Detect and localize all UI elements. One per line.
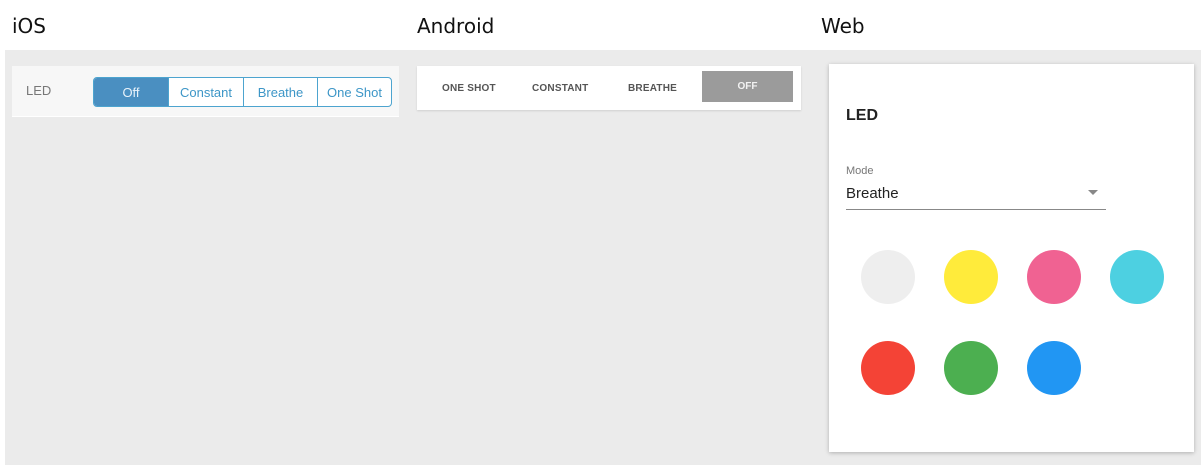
ios-segmented-control: Off Constant Breathe One Shot (93, 77, 392, 107)
ios-segment-one-shot[interactable]: One Shot (317, 78, 391, 106)
android-tab-constant[interactable]: CONSTANT (532, 66, 588, 110)
android-tab-one-shot[interactable]: ONE SHOT (442, 66, 496, 110)
ios-segment-off[interactable]: Off (94, 78, 168, 106)
android-heading: Android (417, 14, 495, 38)
android-panel (405, 50, 813, 465)
color-swatch-red[interactable] (861, 341, 915, 395)
ios-led-label: LED (26, 83, 52, 98)
color-swatch-pink[interactable] (1027, 250, 1081, 304)
web-led-card: LED Mode Breathe (829, 64, 1194, 452)
ios-led-row: LED Off Constant Breathe One Shot (12, 66, 399, 117)
android-tab-off[interactable]: OFF (702, 71, 793, 102)
caret-down-icon (1088, 190, 1098, 195)
color-swatch-blue[interactable] (1027, 341, 1081, 395)
color-swatch-green[interactable] (944, 341, 998, 395)
mode-select[interactable]: Breathe (846, 182, 1106, 210)
web-led-title: LED (846, 107, 878, 124)
color-swatch-yellow[interactable] (944, 250, 998, 304)
android-tab-breathe[interactable]: BREATHE (628, 66, 677, 110)
mode-label: Mode (846, 165, 874, 177)
color-swatch-cyan[interactable] (1110, 250, 1164, 304)
android-tab-bar: ONE SHOT CONSTANT BREATHE OFF (417, 66, 801, 110)
web-heading: Web (821, 14, 865, 38)
ios-segment-constant[interactable]: Constant (168, 78, 243, 106)
ios-segment-breathe[interactable]: Breathe (243, 78, 317, 106)
ios-heading: iOS (12, 14, 46, 38)
color-swatch-white[interactable] (861, 250, 915, 304)
mode-select-value: Breathe (846, 185, 899, 202)
